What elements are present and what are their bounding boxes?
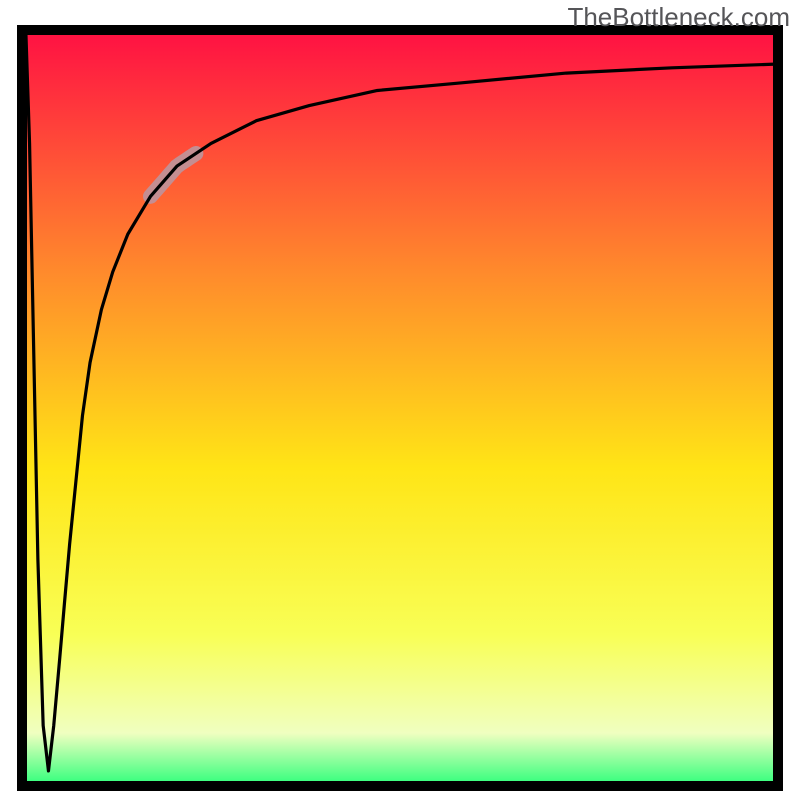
gradient-background — [22, 30, 778, 786]
chart-stage: TheBottleneck.com — [0, 0, 800, 800]
bottleneck-plot — [0, 0, 800, 800]
watermark-text: TheBottleneck.com — [567, 2, 790, 33]
